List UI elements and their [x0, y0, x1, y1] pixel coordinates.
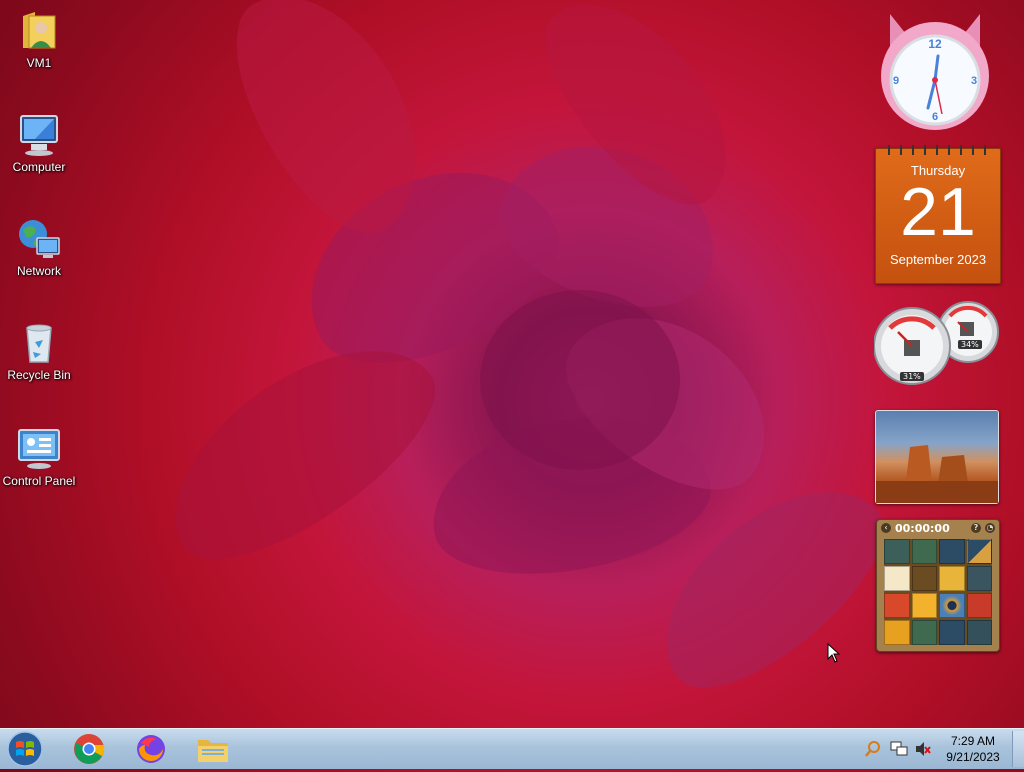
cpu-meter-gadget[interactable]: 31% 34% [874, 300, 1000, 390]
svg-text:6: 6 [932, 111, 938, 123]
explorer-button[interactable] [186, 731, 240, 767]
puzzle-tile[interactable] [884, 566, 910, 591]
volume-muted-icon[interactable] [914, 740, 932, 758]
start-button[interactable] [4, 730, 46, 768]
puzzle-back-icon[interactable]: ‹ [881, 523, 891, 533]
clock-gadget[interactable]: 12 3 6 9 [876, 8, 994, 134]
folder-icon [198, 740, 228, 762]
desktop-icon-label: Computer [12, 160, 66, 174]
puzzle-solve-icon[interactable]: ◔ [985, 523, 995, 533]
puzzle-timer: 00:00:00 [895, 521, 950, 535]
puzzle-tile[interactable] [939, 539, 965, 564]
picture-puzzle-gadget[interactable]: ‹ 00:00:00 ? ◔ [876, 519, 1000, 652]
clock-date: 9/21/2023 [946, 750, 1000, 764]
desktop-icon-computer[interactable]: Computer [2, 110, 76, 174]
cpu-percent: 31% [900, 372, 924, 381]
clock-time: 7:29 AM [950, 734, 996, 748]
svg-text:9: 9 [893, 75, 899, 87]
puzzle-tile[interactable] [911, 566, 937, 591]
puzzle-tile[interactable] [884, 593, 910, 618]
calendar-rings [882, 145, 994, 155]
desert-photo [876, 445, 998, 503]
desktop-icon-recycle-bin[interactable]: Recycle Bin [2, 318, 76, 382]
puzzle-tile[interactable] [911, 620, 937, 645]
chrome-button[interactable] [62, 731, 116, 767]
puzzle-toolbar: ‹ 00:00:00 ? ◔ [877, 520, 999, 536]
desktop-icon-control-panel[interactable]: Control Panel [2, 424, 76, 488]
calendar-date: 21 [900, 174, 976, 250]
firefox-button[interactable] [124, 731, 178, 767]
desktop-icon-label: Network [16, 264, 61, 278]
svg-text:12: 12 [928, 37, 942, 51]
calendar-month-year: September 2023 [889, 252, 987, 267]
recycle-bin-icon [15, 318, 63, 366]
svg-text:3: 3 [971, 75, 977, 87]
puzzle-tile[interactable] [966, 593, 992, 618]
ram-percent: 34% [958, 340, 982, 349]
desktop-icon-label: Control Panel [2, 474, 76, 488]
desktop-icon-label: VM1 [26, 56, 52, 70]
windows-logo-icon [7, 731, 43, 767]
desktop-icon-label: Recycle Bin [7, 368, 71, 382]
desktop-icon-network[interactable]: Network [2, 214, 76, 278]
puzzle-tile[interactable] [966, 539, 992, 564]
network-icon [15, 214, 63, 262]
puzzle-tile[interactable] [884, 539, 910, 564]
computer-icon [15, 110, 63, 158]
network-tray-icon[interactable] [890, 740, 908, 758]
puzzle-tile[interactable] [939, 593, 965, 618]
puzzle-help-icon[interactable]: ? [971, 523, 981, 533]
control-panel-icon [15, 424, 63, 472]
puzzle-tile[interactable] [966, 620, 992, 645]
puzzle-tile[interactable] [966, 566, 992, 591]
mouse-cursor-icon [827, 643, 841, 663]
firefox-icon [137, 735, 165, 763]
calendar-gadget[interactable]: Thursday 21 September 2023 [875, 145, 1001, 284]
puzzle-tile[interactable] [911, 539, 937, 564]
desktop: VM1 Computer Network Recycle Bin Control… [0, 0, 1024, 728]
wallpaper-petal [480, 290, 680, 470]
user-folder-icon [15, 6, 63, 54]
puzzle-grid [884, 539, 992, 645]
show-desktop-button[interactable] [1012, 731, 1024, 767]
puzzle-tile[interactable] [884, 620, 910, 645]
puzzle-tile[interactable] [939, 620, 965, 645]
desktop-icon-vm1[interactable]: VM1 [2, 6, 76, 70]
taskbar-clock[interactable]: 7:29 AM 9/21/2023 [940, 733, 1006, 765]
puzzle-tile[interactable] [911, 593, 937, 618]
slideshow-gadget[interactable] [875, 410, 999, 504]
chrome-icon [74, 734, 105, 764]
cat-clock-icon: 12 3 6 9 [881, 14, 989, 130]
puzzle-tile[interactable] [939, 566, 965, 591]
search-icon[interactable] [864, 740, 882, 758]
taskbar: 7:29 AM 9/21/2023 [0, 728, 1024, 769]
